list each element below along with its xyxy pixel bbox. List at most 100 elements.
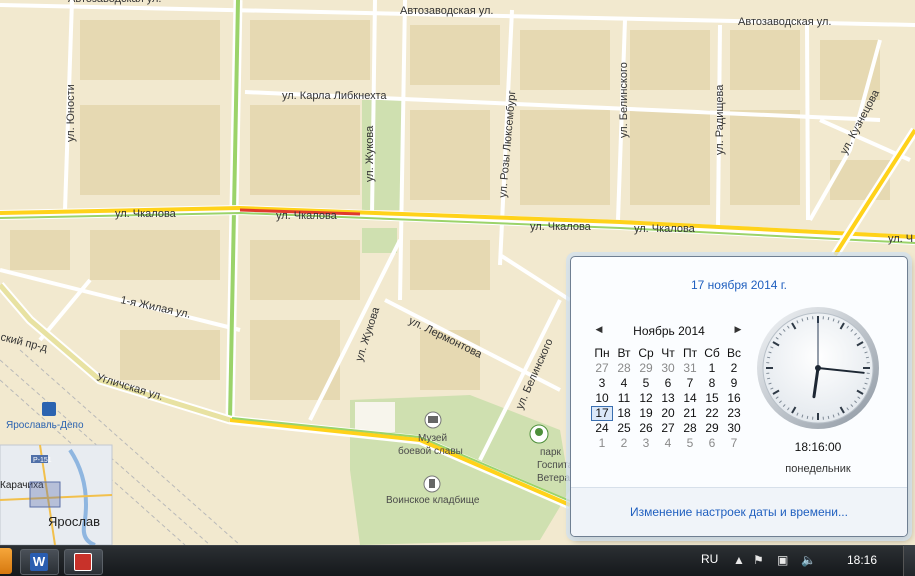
calendar-day[interactable]: 22 <box>701 406 723 421</box>
network-icon[interactable]: ▣ <box>777 554 788 566</box>
calendar-day[interactable]: 12 <box>635 391 657 406</box>
calendar-day[interactable]: 1 <box>591 436 613 451</box>
calendar-day[interactable]: 16 <box>723 391 745 406</box>
calendar-day[interactable]: 25 <box>613 421 635 436</box>
week-row: 17181920212223 <box>591 406 745 421</box>
calendar-day[interactable]: 28 <box>679 421 701 436</box>
cemetery-icon-glyph <box>429 479 435 488</box>
app-window-icon <box>74 553 92 571</box>
street-label: ул. Чкалова <box>530 221 592 233</box>
calendar-day[interactable]: 7 <box>679 376 701 391</box>
calendar-day[interactable]: 11 <box>613 391 635 406</box>
calendar-day[interactable]: 23 <box>723 406 745 421</box>
minute-tick <box>828 317 829 320</box>
popup-footer: Изменение настроек даты и времени... <box>571 487 907 537</box>
street-label: ул. Радищева <box>714 84 726 155</box>
train-station-icon[interactable] <box>42 402 56 416</box>
street-label: Автозаводская ул. <box>68 0 161 5</box>
week-row: 10111213141516 <box>591 391 745 406</box>
street-label: ул. Чкалова <box>276 210 338 222</box>
calendar-day[interactable]: 29 <box>635 361 657 376</box>
calendar-day[interactable]: 24 <box>591 421 613 436</box>
poi-label: боевой славы <box>398 445 463 457</box>
prev-month-button[interactable]: ◀ <box>593 323 605 335</box>
poi-label: Музей <box>418 433 447 444</box>
calendar-day[interactable]: 2 <box>613 436 635 451</box>
street-label: ул. Чкалова <box>634 223 696 235</box>
calendar-day[interactable]: 30 <box>657 361 679 376</box>
taskbar-clock[interactable]: 18:16 <box>847 553 877 567</box>
street-label: ул. Карла Либкнехта <box>282 90 387 102</box>
street-label: ул. Белинского <box>618 62 630 138</box>
show-hidden-icons-arrow-icon[interactable]: ▲ <box>733 554 745 566</box>
week-row: 1234567 <box>591 436 745 451</box>
calendar-day[interactable]: 13 <box>657 391 679 406</box>
action-center-flag-icon[interactable]: ⚑ <box>753 554 764 566</box>
change-date-time-settings-link[interactable]: Изменение настроек даты и времени... <box>571 505 907 519</box>
calendar-day[interactable]: 15 <box>701 391 723 406</box>
calendar-day[interactable]: 27 <box>591 361 613 376</box>
weekday-header: Ср <box>635 346 657 361</box>
calendar-day[interactable]: 30 <box>723 421 745 436</box>
weekday-header: Сб <box>701 346 723 361</box>
calendar-day[interactable]: 10 <box>591 391 613 406</box>
weekday-header: Пн <box>591 346 613 361</box>
next-month-button[interactable]: ▶ <box>732 323 744 335</box>
calendar-day[interactable]: 3 <box>635 436 657 451</box>
weekday-header: Пт <box>679 346 701 361</box>
weekday-label: понедельник <box>756 463 880 475</box>
word-icon: W <box>30 553 48 571</box>
calendar-day[interactable]: 27 <box>657 421 679 436</box>
calendar-day-today[interactable]: 17 <box>591 406 613 421</box>
calendar-day[interactable]: 28 <box>613 361 635 376</box>
calendar-day[interactable]: 4 <box>613 376 635 391</box>
calendar-day[interactable]: 6 <box>657 376 679 391</box>
weekday-header-row: ПнВтСрЧтПтСбВс <box>591 346 745 361</box>
calendar-day[interactable]: 3 <box>591 376 613 391</box>
taskbar-app-button[interactable] <box>64 549 103 575</box>
poi-label: Ярославль-Депо <box>6 420 84 431</box>
calendar-day[interactable]: 19 <box>635 406 657 421</box>
calendar-day[interactable]: 5 <box>635 376 657 391</box>
calendar-day[interactable]: 6 <box>701 436 723 451</box>
minute-tick <box>807 416 808 419</box>
calendar-day[interactable]: 20 <box>657 406 679 421</box>
taskbar: W RU ▲ ⚑ ▣ 🔈 18:16 <box>0 545 915 576</box>
park-icon-glyph <box>535 428 543 436</box>
minute-tick <box>767 378 770 379</box>
street-label: Автозаводская ул. <box>400 5 493 17</box>
minute-tick <box>866 378 869 379</box>
taskbar-word-button[interactable]: W <box>20 549 59 575</box>
minimap-city-label: Ярослав <box>48 514 100 529</box>
street-label: ул. Ч <box>888 233 913 245</box>
start-button[interactable] <box>0 548 12 574</box>
calendar-day[interactable]: 9 <box>723 376 745 391</box>
calendar-day[interactable]: 7 <box>723 436 745 451</box>
street-label: Автозаводская ул. <box>738 16 831 28</box>
clock-center-cap <box>815 365 821 371</box>
calendar-day[interactable]: 18 <box>613 406 635 421</box>
show-desktop-button[interactable] <box>903 546 915 576</box>
month-title[interactable]: Ноябрь 2014 <box>615 324 723 338</box>
current-date-link[interactable]: 17 ноября 2014 г. <box>571 278 907 292</box>
calendar-day[interactable]: 26 <box>635 421 657 436</box>
calendar-day[interactable]: 5 <box>679 436 701 451</box>
weekday-header: Вс <box>723 346 745 361</box>
minimap[interactable]: Р-151 Карачиха Ярослав <box>0 445 112 545</box>
minimap-viewport-frame[interactable] <box>30 482 60 507</box>
volume-icon[interactable]: 🔈 <box>801 554 816 566</box>
poi-label: парк <box>540 447 562 458</box>
calendar-day[interactable]: 21 <box>679 406 701 421</box>
calendar-day[interactable]: 4 <box>657 436 679 451</box>
minute-tick <box>828 416 829 419</box>
calendar-day[interactable]: 8 <box>701 376 723 391</box>
calendar-day[interactable]: 31 <box>679 361 701 376</box>
minute-tick <box>767 357 770 358</box>
calendar-day[interactable]: 29 <box>701 421 723 436</box>
calendar-day[interactable]: 2 <box>723 361 745 376</box>
week-row: 3456789 <box>591 376 745 391</box>
calendar-day[interactable]: 14 <box>679 391 701 406</box>
language-indicator[interactable]: RU <box>701 552 718 566</box>
poi-label: Воинское кладбище <box>386 494 480 506</box>
calendar-day[interactable]: 1 <box>701 361 723 376</box>
